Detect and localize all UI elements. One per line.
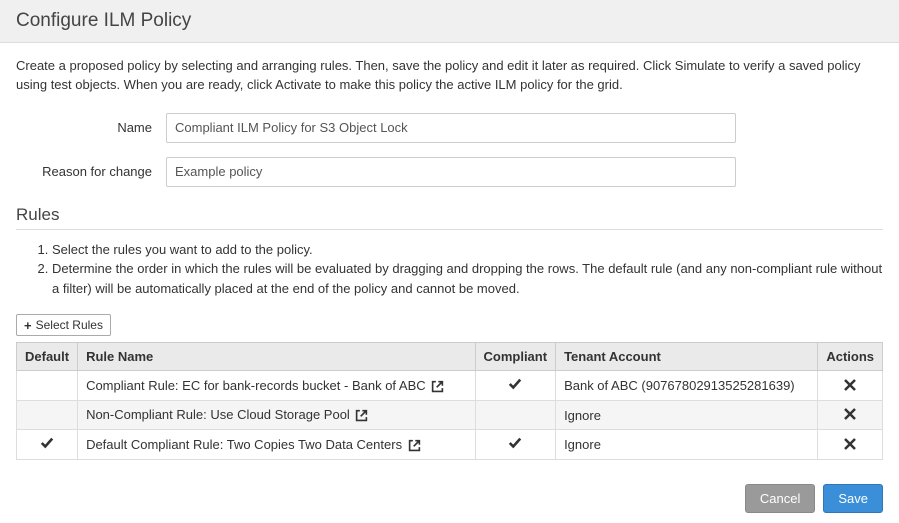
external-link-icon[interactable] [429, 379, 444, 394]
table-row[interactable]: Compliant Rule: EC for bank-records buck… [17, 371, 883, 401]
table-header-row: Default Rule Name Compliant Tenant Accou… [17, 343, 883, 371]
select-rules-button[interactable]: + Select Rules [16, 314, 111, 336]
reason-input[interactable] [166, 157, 736, 187]
dialog-footer: Cancel Save [0, 470, 899, 523]
cell-actions [818, 401, 883, 430]
col-actions: Actions [818, 343, 883, 371]
instruction-item: Determine the order in which the rules w… [52, 259, 883, 298]
cell-rule-name: Compliant Rule: EC for bank-records buck… [78, 371, 475, 401]
reason-label: Reason for change [16, 164, 166, 179]
table-row[interactable]: Default Compliant Rule: Two Copies Two D… [17, 430, 883, 460]
rule-name-text: Non-Compliant Rule: Use Cloud Storage Po… [86, 407, 350, 422]
save-button[interactable]: Save [823, 484, 883, 513]
rules-instructions: Select the rules you want to add to the … [16, 240, 883, 299]
divider [16, 229, 883, 230]
table-row[interactable]: Non-Compliant Rule: Use Cloud Storage Po… [17, 401, 883, 430]
remove-icon[interactable] [844, 379, 856, 394]
cell-actions [818, 430, 883, 460]
cell-tenant: Bank of ABC (90767802913525281639) [556, 371, 818, 401]
cell-default [17, 430, 78, 460]
external-link-icon[interactable] [353, 408, 368, 423]
page-title: Configure ILM Policy [16, 10, 883, 32]
plus-icon: + [24, 319, 32, 332]
cell-tenant: Ignore [556, 430, 818, 460]
lead-text: Create a proposed policy by selecting an… [16, 57, 883, 95]
col-rule-name: Rule Name [78, 343, 475, 371]
cell-compliant [475, 371, 556, 401]
col-compliant: Compliant [475, 343, 556, 371]
remove-icon[interactable] [844, 408, 856, 423]
dialog-body: Create a proposed policy by selecting an… [0, 43, 899, 470]
rules-section-title: Rules [16, 205, 883, 225]
cell-tenant: Ignore [556, 401, 818, 430]
rule-name-text: Default Compliant Rule: Two Copies Two D… [86, 437, 402, 452]
dialog-header: Configure ILM Policy [0, 0, 899, 43]
select-rules-label: Select Rules [36, 318, 103, 332]
instruction-item: Select the rules you want to add to the … [52, 240, 883, 260]
cell-rule-name: Non-Compliant Rule: Use Cloud Storage Po… [78, 401, 475, 430]
cell-rule-name: Default Compliant Rule: Two Copies Two D… [78, 430, 475, 460]
col-tenant: Tenant Account [556, 343, 818, 371]
cell-actions [818, 371, 883, 401]
cell-default [17, 371, 78, 401]
reason-row: Reason for change [16, 157, 883, 187]
cell-default [17, 401, 78, 430]
check-icon [508, 377, 522, 394]
cell-compliant [475, 430, 556, 460]
col-default: Default [17, 343, 78, 371]
cell-compliant [475, 401, 556, 430]
name-input[interactable] [166, 113, 736, 143]
rule-name-text: Compliant Rule: EC for bank-records buck… [86, 378, 426, 393]
remove-icon[interactable] [844, 438, 856, 453]
cancel-button[interactable]: Cancel [745, 484, 815, 513]
check-icon [508, 436, 522, 453]
rules-table: Default Rule Name Compliant Tenant Accou… [16, 342, 883, 460]
name-row: Name [16, 113, 883, 143]
name-label: Name [16, 120, 166, 135]
check-icon [40, 436, 54, 453]
external-link-icon[interactable] [406, 438, 421, 453]
